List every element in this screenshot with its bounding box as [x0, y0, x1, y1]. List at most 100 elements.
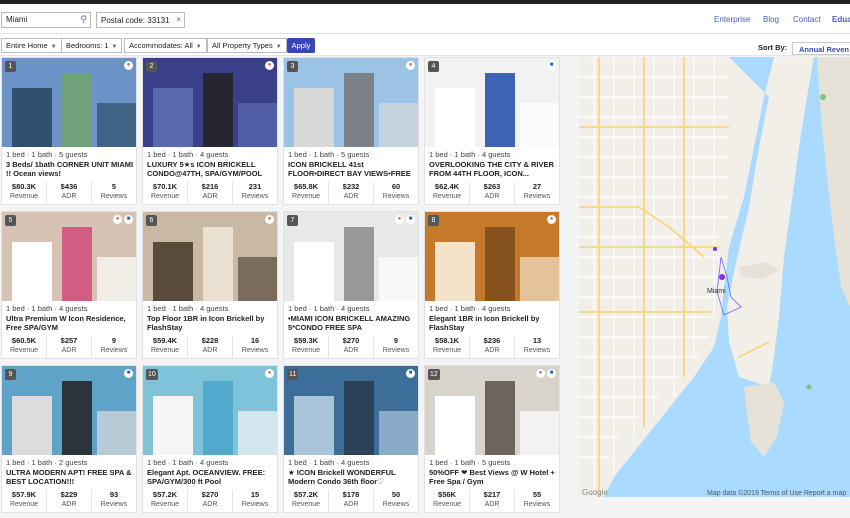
listing-photo[interactable]: 5 ● ■ — [2, 212, 136, 301]
listing-card[interactable]: 10 ● 1 bed · 1 bath · 4 guests Elegant Apt.… — [142, 365, 278, 513]
revenue-value: $70.1K — [152, 182, 178, 191]
listing-card[interactable]: 2 ● 1 bed · 1 bath · 4 guests LUXURY 5★s IC… — [142, 57, 278, 205]
map-attribution[interactable]: Map data ©2019 Terms of Use Report a map — [707, 490, 846, 497]
listing-card[interactable]: 11 ■ 1 bed · 1 bath · 4 guests ★ ICON Brick… — [283, 365, 419, 513]
listing-stats: $56K Revenue $217 ADR 55 Reviews — [425, 490, 559, 512]
nav-enterprise[interactable]: Enterprise — [714, 15, 750, 24]
reviews-label: Reviews — [382, 193, 410, 200]
listing-card[interactable]: 7 ● ■ 1 bed · 1 bath · 4 guests •MIAMI ICON … — [283, 211, 419, 359]
property-types-dropdown[interactable]: All Property Types ▼ — [207, 38, 287, 53]
listing-title[interactable]: ULTRA MODERN APT! FREE SPA & BEST LOCATI… — [6, 468, 136, 486]
reviews-stat: 15 Reviews — [233, 490, 277, 512]
revenue-stat: $80.3K Revenue — [2, 182, 47, 204]
listings-grid: 1 ● 1 bed · 1 bath · 5 guests 3 Beds/ 1bath… — [0, 57, 562, 518]
nav-blog[interactable]: Blog — [763, 15, 779, 24]
listing-rank: 8 — [428, 215, 439, 226]
map-marker[interactable] — [719, 274, 725, 280]
listing-photo[interactable]: 7 ● ■ — [284, 212, 418, 301]
listing-title[interactable]: Top Floor 1BR in Icon Brickell by FlashS… — [147, 314, 277, 332]
listing-card[interactable]: 12 ● ■ 1 bed · 1 bath · 5 guests 50%OFF ❤ Be… — [424, 365, 560, 513]
listing-baths: 1 bath — [172, 304, 194, 313]
listing-card[interactable]: 4 ■ 1 bed · 1 bath · 4 guests OVERLOOKING T… — [424, 57, 560, 205]
adr-value: $217 — [483, 490, 501, 499]
adr-stat: $178 ADR — [329, 490, 374, 512]
listing-guests: 5 guests — [340, 150, 370, 159]
reviews-value: 60 — [391, 182, 401, 191]
listing-badges: ● — [406, 61, 415, 70]
listing-card[interactable]: 3 ● 1 bed · 1 bath · 5 guests ICON BRICKELL… — [283, 57, 419, 205]
listing-title[interactable]: •MIAMI ICON BRICKELL AMAZING 5*CONDO FRE… — [288, 314, 418, 332]
listing-photo[interactable]: 10 ● — [143, 366, 277, 455]
listing-beds: 1 bed — [147, 304, 166, 313]
listing-guests: 2 guests — [58, 458, 88, 467]
home-type-dropdown[interactable]: Entire Home ▼ — [1, 38, 62, 53]
listing-title[interactable]: 3 Beds/ 1bath CORNER UNIT MIAMI !! Ocean… — [6, 160, 136, 178]
listing-photo[interactable]: 11 ■ — [284, 366, 418, 455]
listing-photo[interactable]: 1 ● — [2, 58, 136, 147]
listing-photo[interactable]: 12 ● ■ — [425, 366, 559, 455]
listing-stats: $70.1K Revenue $216 ADR 231 Reviews — [143, 182, 277, 204]
map-canvas[interactable] — [579, 57, 850, 497]
listing-card[interactable]: 1 ● 1 bed · 1 bath · 5 guests 3 Beds/ 1bath… — [1, 57, 137, 205]
listing-title[interactable]: ICON BRICKELL 41st FLOOR•DIRECT BAY VIEW… — [288, 160, 418, 178]
listing-photo-image — [284, 58, 418, 147]
listing-title[interactable]: Ultra Premium W Icon Residence, Free SPA… — [6, 314, 136, 332]
listing-title[interactable]: ★ ICON Brickell WONDERFUL Modern Condo 3… — [288, 468, 418, 486]
listing-stats: $80.3K Revenue $436 ADR 5 Reviews — [2, 182, 136, 204]
adr-label: ADR — [202, 347, 218, 354]
listing-photo[interactable]: 9 ■ — [2, 366, 136, 455]
accommodates-dropdown[interactable]: Accommodates: All ▼ — [124, 38, 207, 53]
adr-label: ADR — [343, 193, 359, 200]
booking-icon: ■ — [124, 215, 133, 224]
apply-button[interactable]: Apply — [287, 38, 315, 53]
listing-title[interactable]: Elegant 1BR in Icon Brickell by FlashSta… — [429, 314, 559, 332]
adr-label: ADR — [61, 501, 77, 508]
search-icon[interactable]: ⚲ — [80, 14, 87, 25]
listing-rank: 12 — [428, 369, 440, 380]
listing-photo[interactable]: 3 ● — [284, 58, 418, 147]
sort-by-select[interactable]: Annual Reven — [792, 42, 850, 55]
search-input[interactable]: Miami ⚲ — [1, 12, 91, 28]
listing-photo[interactable]: 6 ● — [143, 212, 277, 301]
listing-photo[interactable]: 2 ● — [143, 58, 277, 147]
reviews-label: Reviews — [241, 501, 269, 508]
adr-stat: $257 ADR — [47, 336, 92, 358]
nav-contact[interactable]: Contact — [793, 15, 821, 24]
map-city-label: Miami — [707, 288, 726, 295]
revenue-stat: $62.4K Revenue — [425, 182, 470, 204]
reviews-label: Reviews — [523, 347, 551, 354]
booking-icon: ■ — [406, 215, 415, 224]
listing-card[interactable]: 5 ● ■ 1 bed · 1 bath · 4 guests Ultra Premiu… — [1, 211, 137, 359]
listing-guests: 4 guests — [340, 304, 370, 313]
adr-value: $178 — [342, 490, 360, 499]
listing-baths: 1 bath — [313, 150, 335, 159]
adr-label: ADR — [484, 347, 500, 354]
revenue-label: Revenue — [291, 347, 321, 354]
listing-title[interactable]: 50%OFF ❤ Best Views @ W Hotel + Free Spa… — [429, 468, 559, 486]
listing-card[interactable]: 8 ● 1 bed · 1 bath · 4 guests Elegant 1BR i… — [424, 211, 560, 359]
listing-card[interactable]: 9 ■ 1 bed · 1 bath · 2 guests ULTRA MODERN … — [1, 365, 137, 513]
bedrooms-dropdown[interactable]: Bedrooms: 1 ▼ — [61, 38, 123, 53]
listing-photo-image — [143, 58, 277, 147]
listing-badges: ■ — [547, 61, 556, 70]
postal-code-chip[interactable]: Postal code: 33131 × — [96, 12, 185, 28]
listing-card[interactable]: 6 ● 1 bed · 1 bath · 4 guests Top Floor 1BR… — [142, 211, 278, 359]
adr-value: $263 — [483, 182, 501, 191]
reviews-value: 93 — [109, 490, 119, 499]
adr-value: $216 — [201, 182, 219, 191]
listing-meta: 1 bed · 1 bath · 4 guests — [429, 304, 511, 313]
map-marker[interactable] — [713, 247, 717, 251]
listing-title[interactable]: OVERLOOKING THE CITY & RIVER FROM 44TH F… — [429, 160, 559, 178]
listing-title[interactable]: Elegant Apt. OCEANVIEW. FREE: SPA/GYM/30… — [147, 468, 277, 486]
listing-photo[interactable]: 4 ■ — [425, 58, 559, 147]
revenue-label: Revenue — [150, 347, 180, 354]
nav-education[interactable]: Edua — [832, 15, 850, 24]
revenue-stat: $57.9K Revenue — [2, 490, 47, 512]
booking-icon: ■ — [547, 61, 556, 70]
map[interactable] — [579, 57, 850, 497]
close-icon[interactable]: × — [176, 15, 181, 24]
listing-title[interactable]: LUXURY 5★s ICON BRICKELL CONDO@47TH, SPA… — [147, 160, 277, 178]
listing-photo[interactable]: 8 ● — [425, 212, 559, 301]
revenue-value: $59.3K — [293, 336, 319, 345]
listing-rank: 7 — [287, 215, 298, 226]
